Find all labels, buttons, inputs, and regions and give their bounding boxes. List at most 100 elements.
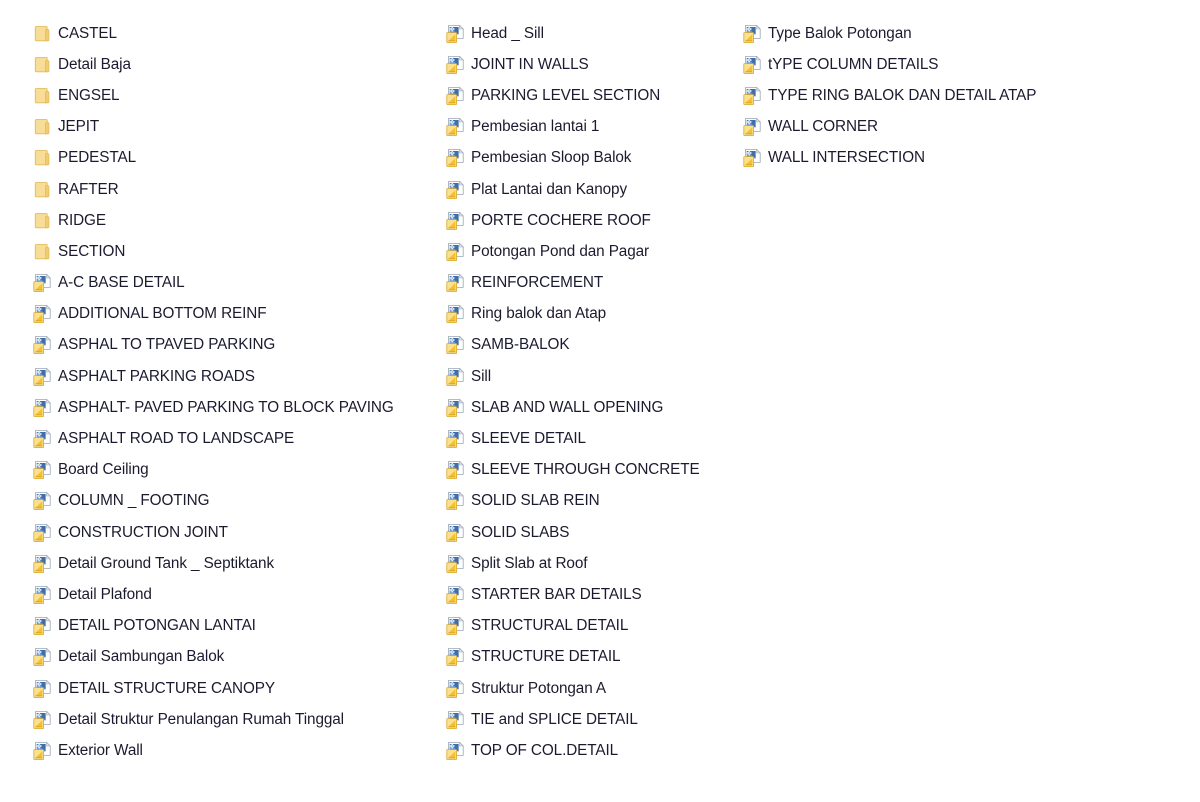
file-list-item[interactable]: DETAIL POTONGAN LANTAI [30, 611, 440, 642]
file-list-item[interactable]: REINFORCEMENT [443, 268, 738, 299]
file-list-item[interactable]: WALL CORNER [740, 112, 1080, 143]
file-list-item-label: STRUCTURE DETAIL [471, 648, 621, 666]
dwg-file-icon [446, 211, 466, 231]
file-list-item-label: Potongan Pond dan Pagar [471, 242, 650, 260]
file-list-item-label: Exterior Wall [58, 741, 143, 759]
dwg-file-icon [743, 55, 763, 75]
file-list-item-label: tYPE COLUMN DETAILS [768, 55, 939, 73]
file-list-item[interactable]: Detail Sambungan Balok [30, 642, 440, 673]
file-list-item[interactable]: STRUCTURE DETAIL [443, 642, 738, 673]
file-list-item[interactable]: SOLID SLABS [443, 517, 738, 548]
file-list-item[interactable]: PEDESTAL [30, 143, 440, 174]
file-list-item-label: Type Balok Potongan [768, 24, 912, 42]
dwg-file-icon [743, 86, 763, 106]
file-list-item[interactable]: Pembesian Sloop Balok [443, 143, 738, 174]
file-list-item[interactable]: Detail Ground Tank _ Septiktank [30, 548, 440, 579]
file-list-item-label: Detail Struktur Penulangan Rumah Tinggal [58, 710, 344, 728]
file-list-item-label: PEDESTAL [58, 149, 136, 167]
file-list-column-1: CASTEL Detail Baja ENGSEL JEPIT PEDESTAL RAFT… [30, 18, 440, 767]
file-list-item[interactable]: SAMB-BALOK [443, 330, 738, 361]
file-list-item[interactable]: COLUMN _ FOOTING [30, 486, 440, 517]
dwg-file-icon [446, 148, 466, 168]
file-list-item[interactable]: SECTION [30, 236, 440, 267]
file-list-item[interactable]: PORTE COCHERE ROOF [443, 205, 738, 236]
file-list-item[interactable]: WALL INTERSECTION [740, 143, 1080, 174]
folder-icon [33, 24, 53, 44]
folder-icon [33, 211, 53, 231]
folder-icon [33, 148, 53, 168]
dwg-file-icon [446, 55, 466, 75]
file-list-item[interactable]: Detail Struktur Penulangan Rumah Tinggal [30, 704, 440, 735]
dwg-file-icon [33, 398, 53, 418]
file-list-item-label: RIDGE [58, 211, 106, 229]
file-list-item-label: ADDITIONAL BOTTOM REINF [58, 305, 267, 323]
folder-icon [33, 86, 53, 106]
file-list-item-label: SLAB AND WALL OPENING [471, 398, 664, 416]
file-list-item[interactable]: Pembesian lantai 1 [443, 112, 738, 143]
file-list-item[interactable]: SLAB AND WALL OPENING [443, 392, 738, 423]
file-list-item[interactable]: TIE and SPLICE DETAIL [443, 704, 738, 735]
file-list-item[interactable]: Type Balok Potongan [740, 18, 1080, 49]
file-list-item[interactable]: ADDITIONAL BOTTOM REINF [30, 299, 440, 330]
dwg-file-icon [446, 491, 466, 511]
file-list-item[interactable]: Sill [443, 361, 738, 392]
file-list-item[interactable]: STARTER BAR DETAILS [443, 579, 738, 610]
file-list-item-label: SLEEVE DETAIL [471, 430, 586, 448]
file-list-item[interactable]: Split Slab at Roof [443, 548, 738, 579]
dwg-file-icon [33, 429, 53, 449]
dwg-file-icon [446, 24, 466, 44]
file-list-item[interactable]: Board Ceiling [30, 455, 440, 486]
file-list-item[interactable]: CONSTRUCTION JOINT [30, 517, 440, 548]
file-list-item-label: SLEEVE THROUGH CONCRETE [471, 461, 700, 479]
file-list-item[interactable]: TOP OF COL.DETAIL [443, 735, 738, 766]
folder-icon [33, 242, 53, 262]
file-list-item[interactable]: Head _ Sill [443, 18, 738, 49]
dwg-file-icon [33, 741, 53, 761]
folder-icon [33, 180, 53, 200]
file-list-item[interactable]: TYPE RING BALOK DAN DETAIL ATAP [740, 80, 1080, 111]
dwg-file-icon [446, 242, 466, 262]
dwg-file-icon [446, 86, 466, 106]
file-list-item[interactable]: Potongan Pond dan Pagar [443, 236, 738, 267]
file-list-item-label: Detail Sambungan Balok [58, 648, 225, 666]
file-list-item[interactable]: PARKING LEVEL SECTION [443, 80, 738, 111]
file-list-item[interactable]: STRUCTURAL DETAIL [443, 611, 738, 642]
file-list-item-label: DETAIL POTONGAN LANTAI [58, 617, 256, 635]
file-list-item[interactable]: Ring balok dan Atap [443, 299, 738, 330]
file-list-item[interactable]: ASPHAL TO TPAVED PARKING [30, 330, 440, 361]
file-list-item-label: RAFTER [58, 180, 119, 198]
dwg-file-icon [33, 616, 53, 636]
file-list-item[interactable]: Plat Lantai dan Kanopy [443, 174, 738, 205]
dwg-file-icon [33, 679, 53, 699]
file-list-item[interactable]: ASPHALT ROAD TO LANDSCAPE [30, 423, 440, 454]
file-list-item[interactable]: ASPHALT PARKING ROADS [30, 361, 440, 392]
file-list-item-label: ENGSEL [58, 86, 120, 104]
file-list-item[interactable]: ENGSEL [30, 80, 440, 111]
file-list-item[interactable]: SLEEVE THROUGH CONCRETE [443, 455, 738, 486]
file-list-item[interactable]: CASTEL [30, 18, 440, 49]
dwg-file-icon [446, 679, 466, 699]
file-list-item[interactable]: JOINT IN WALLS [443, 49, 738, 80]
file-list-item[interactable]: Detail Baja [30, 49, 440, 80]
dwg-file-icon [33, 491, 53, 511]
dwg-file-icon [33, 335, 53, 355]
file-list-item-label: TOP OF COL.DETAIL [471, 741, 619, 759]
file-list-item[interactable]: RAFTER [30, 174, 440, 205]
file-list-item[interactable]: JEPIT [30, 112, 440, 143]
file-list-item[interactable]: SOLID SLAB REIN [443, 486, 738, 517]
file-list-item-label: SAMB-BALOK [471, 336, 570, 354]
file-list-item-label: REINFORCEMENT [471, 274, 604, 292]
file-list-item[interactable]: ASPHALT- PAVED PARKING TO BLOCK PAVING [30, 392, 440, 423]
file-list-item[interactable]: RIDGE [30, 205, 440, 236]
file-list-item[interactable]: Exterior Wall [30, 735, 440, 766]
file-list-item[interactable]: A-C BASE DETAIL [30, 268, 440, 299]
file-list-item[interactable]: SLEEVE DETAIL [443, 423, 738, 454]
file-list-item[interactable]: Struktur Potongan A [443, 673, 738, 704]
file-list-item[interactable]: DETAIL STRUCTURE CANOPY [30, 673, 440, 704]
file-list-item-label: SOLID SLAB REIN [471, 492, 600, 510]
file-list-item[interactable]: Detail Plafond [30, 579, 440, 610]
file-list-item[interactable]: tYPE COLUMN DETAILS [740, 49, 1080, 80]
file-list-item-label: Pembesian Sloop Balok [471, 149, 632, 167]
dwg-file-icon [446, 585, 466, 605]
dwg-file-icon [446, 398, 466, 418]
